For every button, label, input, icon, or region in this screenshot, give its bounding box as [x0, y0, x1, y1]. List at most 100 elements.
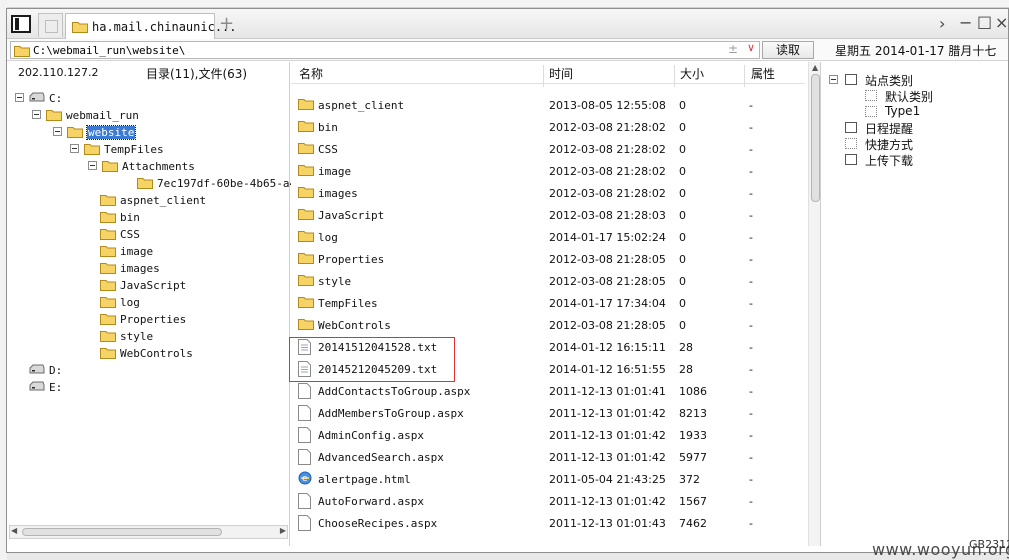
- plus-minus-icon[interactable]: ±: [728, 42, 738, 56]
- table-row[interactable]: images 2012-03-08 21:28:02 0 -: [291, 182, 805, 204]
- cell-name: Properties: [318, 253, 385, 266]
- folder-icon: [100, 227, 116, 243]
- cell-size: 28: [679, 363, 693, 376]
- table-row[interactable]: image 2012-03-08 21:28:02 0 -: [291, 160, 805, 182]
- horizontal-scrollbar[interactable]: ◀ ▶: [9, 525, 288, 539]
- close-icon[interactable]: ×: [995, 13, 1008, 32]
- cell-attr: -: [749, 165, 753, 178]
- right-item-label: 快捷方式: [865, 138, 914, 152]
- tree-item[interactable]: Attachments: [7, 158, 290, 175]
- table-row[interactable]: TempFiles 2014-01-17 17:34:04 0 -: [291, 292, 805, 314]
- tab-active[interactable]: ha.mail.chinaunic...: [65, 13, 237, 39]
- collapse-icon[interactable]: [32, 110, 41, 119]
- maximize-icon[interactable]: □: [977, 12, 992, 31]
- tree-item[interactable]: webmail_run: [7, 107, 290, 124]
- cell-attr: -: [749, 363, 753, 376]
- tree-item[interactable]: C:: [7, 90, 290, 107]
- chevron-right-icon[interactable]: ›: [939, 14, 945, 33]
- folder-icon: [298, 141, 314, 157]
- cell-attr: -: [749, 275, 753, 288]
- tree-item[interactable]: website: [7, 124, 290, 141]
- table-row[interactable]: AutoForward.aspx 2011-12-13 01:01:42 1567 -: [291, 490, 805, 512]
- cell-name: bin: [318, 121, 338, 134]
- cell-size: 0: [679, 297, 686, 310]
- tree-item-label: C:: [49, 92, 63, 105]
- blank-tab[interactable]: [38, 13, 63, 37]
- table-row[interactable]: AddContactsToGroup.aspx 2011-12-13 01:01:…: [291, 380, 805, 402]
- cell-time: 2012-03-08 21:28:02: [549, 165, 666, 178]
- table-row[interactable]: style 2012-03-08 21:28:05 0 -: [291, 270, 805, 292]
- list-header: 名称 时间 大小 属性: [291, 62, 805, 87]
- cell-name: aspnet_client: [318, 99, 405, 112]
- collapse-icon[interactable]: [829, 75, 838, 84]
- tree-item[interactable]: bin: [7, 209, 290, 226]
- table-row[interactable]: log 2014-01-17 15:02:24 0 -: [291, 226, 805, 248]
- table-row[interactable]: AdminConfig.aspx 2011-12-13 01:01:42 1933 -: [291, 424, 805, 446]
- reminder-icon: [845, 122, 857, 133]
- path-input[interactable]: [33, 42, 713, 58]
- tree-item[interactable]: D:: [7, 362, 290, 379]
- encoding-tag: GB2312: [969, 538, 1009, 551]
- folder-icon: [298, 163, 314, 179]
- tree-item[interactable]: TempFiles: [7, 141, 290, 158]
- tree-item[interactable]: WebControls: [7, 345, 290, 362]
- header-size[interactable]: 大小: [680, 65, 704, 82]
- table-row[interactable]: aspnet_client 2013-08-05 12:55:08 0 -: [291, 94, 805, 116]
- table-row[interactable]: WebControls 2012-03-08 21:28:05 0 -: [291, 314, 805, 336]
- cell-name: JavaScript: [318, 209, 385, 222]
- highlight-box: [289, 337, 455, 382]
- new-tab-icon[interactable]: +: [219, 13, 234, 34]
- cell-name: AddMembersToGroup.aspx: [318, 407, 464, 420]
- column-divider[interactable]: [744, 65, 745, 87]
- collapse-icon[interactable]: [15, 93, 24, 102]
- scroll-left-icon[interactable]: ◀: [11, 526, 17, 535]
- tree-item[interactable]: 7ec197df-60be-4b65-a473-: [7, 175, 316, 192]
- cell-attr: -: [749, 99, 753, 112]
- tree-item[interactable]: images: [7, 260, 290, 277]
- cell-time: 2014-01-12 16:51:55: [549, 363, 666, 376]
- tree-item[interactable]: log: [7, 294, 290, 311]
- tree-item[interactable]: JavaScript: [7, 277, 290, 294]
- table-row[interactable]: Properties 2012-03-08 21:28:05 0 -: [291, 248, 805, 270]
- cell-time: 2012-03-08 21:28:02: [549, 121, 666, 134]
- scroll-thumb[interactable]: [22, 528, 222, 536]
- header-time[interactable]: 时间: [549, 65, 573, 82]
- tree-item[interactable]: image: [7, 243, 290, 260]
- scroll-right-icon[interactable]: ▶: [280, 526, 286, 535]
- tree-item[interactable]: aspnet_client: [7, 192, 290, 209]
- table-row[interactable]: AdvancedSearch.aspx 2011-12-13 01:01:42 59…: [291, 446, 805, 468]
- column-divider[interactable]: [543, 65, 544, 87]
- column-divider[interactable]: [674, 65, 675, 87]
- cell-size: 1933: [679, 429, 707, 442]
- folder-icon: [100, 210, 116, 226]
- scroll-thumb[interactable]: [811, 74, 820, 202]
- minimize-icon[interactable]: −: [959, 13, 972, 32]
- tree-item[interactable]: CSS: [7, 226, 290, 243]
- cell-time: 2011-12-13 01:01:42: [549, 407, 666, 420]
- cell-time: 2014-01-17 17:34:04: [549, 297, 666, 310]
- header-attr[interactable]: 属性: [751, 65, 775, 82]
- cell-size: 0: [679, 187, 686, 200]
- cell-name: TempFiles: [318, 297, 378, 310]
- tree-item-label: website: [85, 125, 137, 140]
- table-row[interactable]: CSS 2012-03-08 21:28:02 0 -: [291, 138, 805, 160]
- cell-attr: -: [749, 231, 753, 244]
- tree-item[interactable]: E:: [7, 379, 290, 396]
- cell-time: 2014-01-12 16:15:11: [549, 341, 666, 354]
- read-button[interactable]: 读取: [762, 41, 814, 59]
- table-row[interactable]: ChooseRecipes.aspx 2011-12-13 01:01:43 746…: [291, 512, 805, 534]
- cell-attr: -: [749, 121, 753, 134]
- table-row[interactable]: bin 2012-03-08 21:28:02 0 -: [291, 116, 805, 138]
- collapse-icon[interactable]: [88, 161, 97, 170]
- table-row[interactable]: AddMembersToGroup.aspx 2011-12-13 01:01:4…: [291, 402, 805, 424]
- table-row[interactable]: JavaScript 2012-03-08 21:28:03 0 -: [291, 204, 805, 226]
- table-row[interactable]: e alertpage.html 2011-05-04 21:43:25 372 -: [291, 468, 805, 490]
- collapse-icon[interactable]: [70, 144, 79, 153]
- tree-item[interactable]: style: [7, 328, 290, 345]
- collapse-icon[interactable]: [53, 127, 62, 136]
- dropdown-chevron-icon[interactable]: ∨: [747, 41, 755, 54]
- scroll-up-icon[interactable]: ▲: [812, 63, 818, 72]
- header-name[interactable]: 名称: [299, 65, 323, 82]
- sidebar-toggle-icon[interactable]: [11, 15, 31, 33]
- tree-item[interactable]: Properties: [7, 311, 290, 328]
